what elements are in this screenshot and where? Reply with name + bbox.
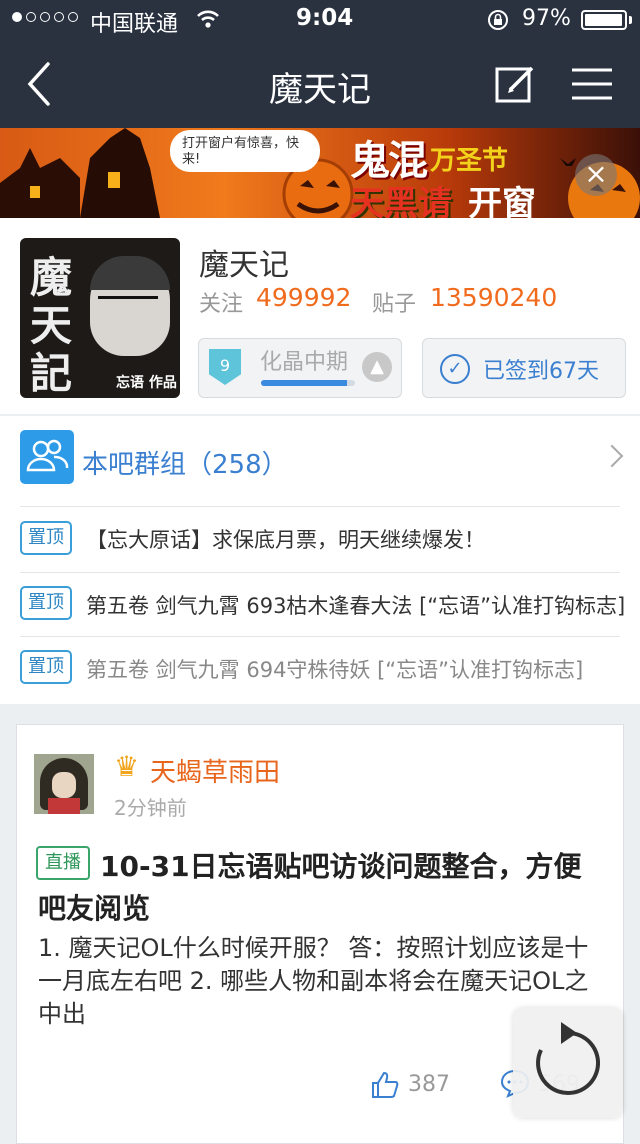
wifi-icon xyxy=(197,10,219,28)
pinned-post-title[interactable]: 【忘大原话】求保底月票，明天继续爆发！ xyxy=(86,524,630,554)
avatar-hair xyxy=(90,256,170,290)
divider xyxy=(20,506,620,507)
battery-icon xyxy=(581,10,627,30)
avatar-signature: 忘语 作品 xyxy=(116,375,177,391)
like-icon[interactable] xyxy=(370,1070,400,1100)
posts-label: 贴子 xyxy=(372,292,417,317)
pinned-post-title[interactable]: 第五卷 剑气九霄 694守株待妖 [“忘语”认准打钩标志] xyxy=(86,654,630,684)
status-bar: 中国联通 9:04 97% xyxy=(0,0,640,40)
clock: 9:04 xyxy=(296,5,354,31)
signal-dots xyxy=(12,12,78,22)
group-icon xyxy=(20,430,74,484)
level-progress-fill xyxy=(261,380,348,386)
divider xyxy=(20,572,620,573)
battery-percent: 97% xyxy=(522,6,571,31)
check-circle-icon: ✓ xyxy=(440,354,470,384)
lock-rotation-icon xyxy=(488,10,508,30)
live-badge: 直播 xyxy=(36,846,90,880)
level-name: 化晶中期 xyxy=(260,350,349,375)
signin-label: 已签到67天 xyxy=(483,359,599,384)
menu-icon[interactable] xyxy=(570,66,614,102)
user-avatar[interactable] xyxy=(34,754,94,814)
refresh-icon xyxy=(536,1022,600,1095)
signal-dot xyxy=(12,12,22,22)
thread-title[interactable]: 10-31日忘语贴吧访谈问题整合，方便吧友阅览 xyxy=(38,846,608,930)
follow-label: 关注 xyxy=(199,292,244,317)
forum-name: 魔天记 xyxy=(199,248,289,283)
banner-art xyxy=(0,128,640,218)
forum-avatar: 魔 天 記 忘语 作品 xyxy=(20,238,180,398)
group-link[interactable]: 本吧群组（258） xyxy=(82,444,288,481)
signal-dot xyxy=(26,12,36,22)
level-progress-bar xyxy=(261,380,355,386)
follow-count: 499992 xyxy=(256,283,352,312)
signal-dot xyxy=(68,12,78,22)
user-name[interactable]: 天蝎草雨田 xyxy=(150,752,280,789)
banner-subheadline: 万圣节 xyxy=(430,146,509,176)
pinned-post-title[interactable]: 第五卷 剑气九霄 693枯木逢春大法 [“忘语”认准打钩标志] xyxy=(86,590,630,620)
banner-close-icon[interactable]: × xyxy=(575,154,617,196)
banner-speech-bubble: 打开窗户有惊喜，快来! xyxy=(170,130,320,172)
post-time: 2分钟前 xyxy=(114,796,187,820)
carrier-label: 中国联通 xyxy=(90,12,179,37)
avatar-glasses xyxy=(98,296,158,313)
refresh-button[interactable] xyxy=(513,1008,623,1118)
promo-banner[interactable] xyxy=(0,128,640,218)
rocket-icon: ▲ xyxy=(362,352,392,382)
pinned-badge: 置顶 xyxy=(20,650,72,684)
avatar-char: 記 xyxy=(30,349,73,398)
edit-icon[interactable] xyxy=(494,64,536,104)
pinned-badge: 置顶 xyxy=(20,586,72,620)
battery-tip xyxy=(629,16,632,24)
like-count: 387 xyxy=(408,1072,450,1097)
page-title: 魔天记 xyxy=(269,70,371,110)
signal-dot xyxy=(54,12,64,22)
divider xyxy=(20,636,620,637)
signal-dot xyxy=(40,12,50,22)
pinned-badge: 置顶 xyxy=(20,521,72,555)
crown-icon: ♛ xyxy=(114,750,140,783)
posts-count: 13590240 xyxy=(430,283,558,312)
